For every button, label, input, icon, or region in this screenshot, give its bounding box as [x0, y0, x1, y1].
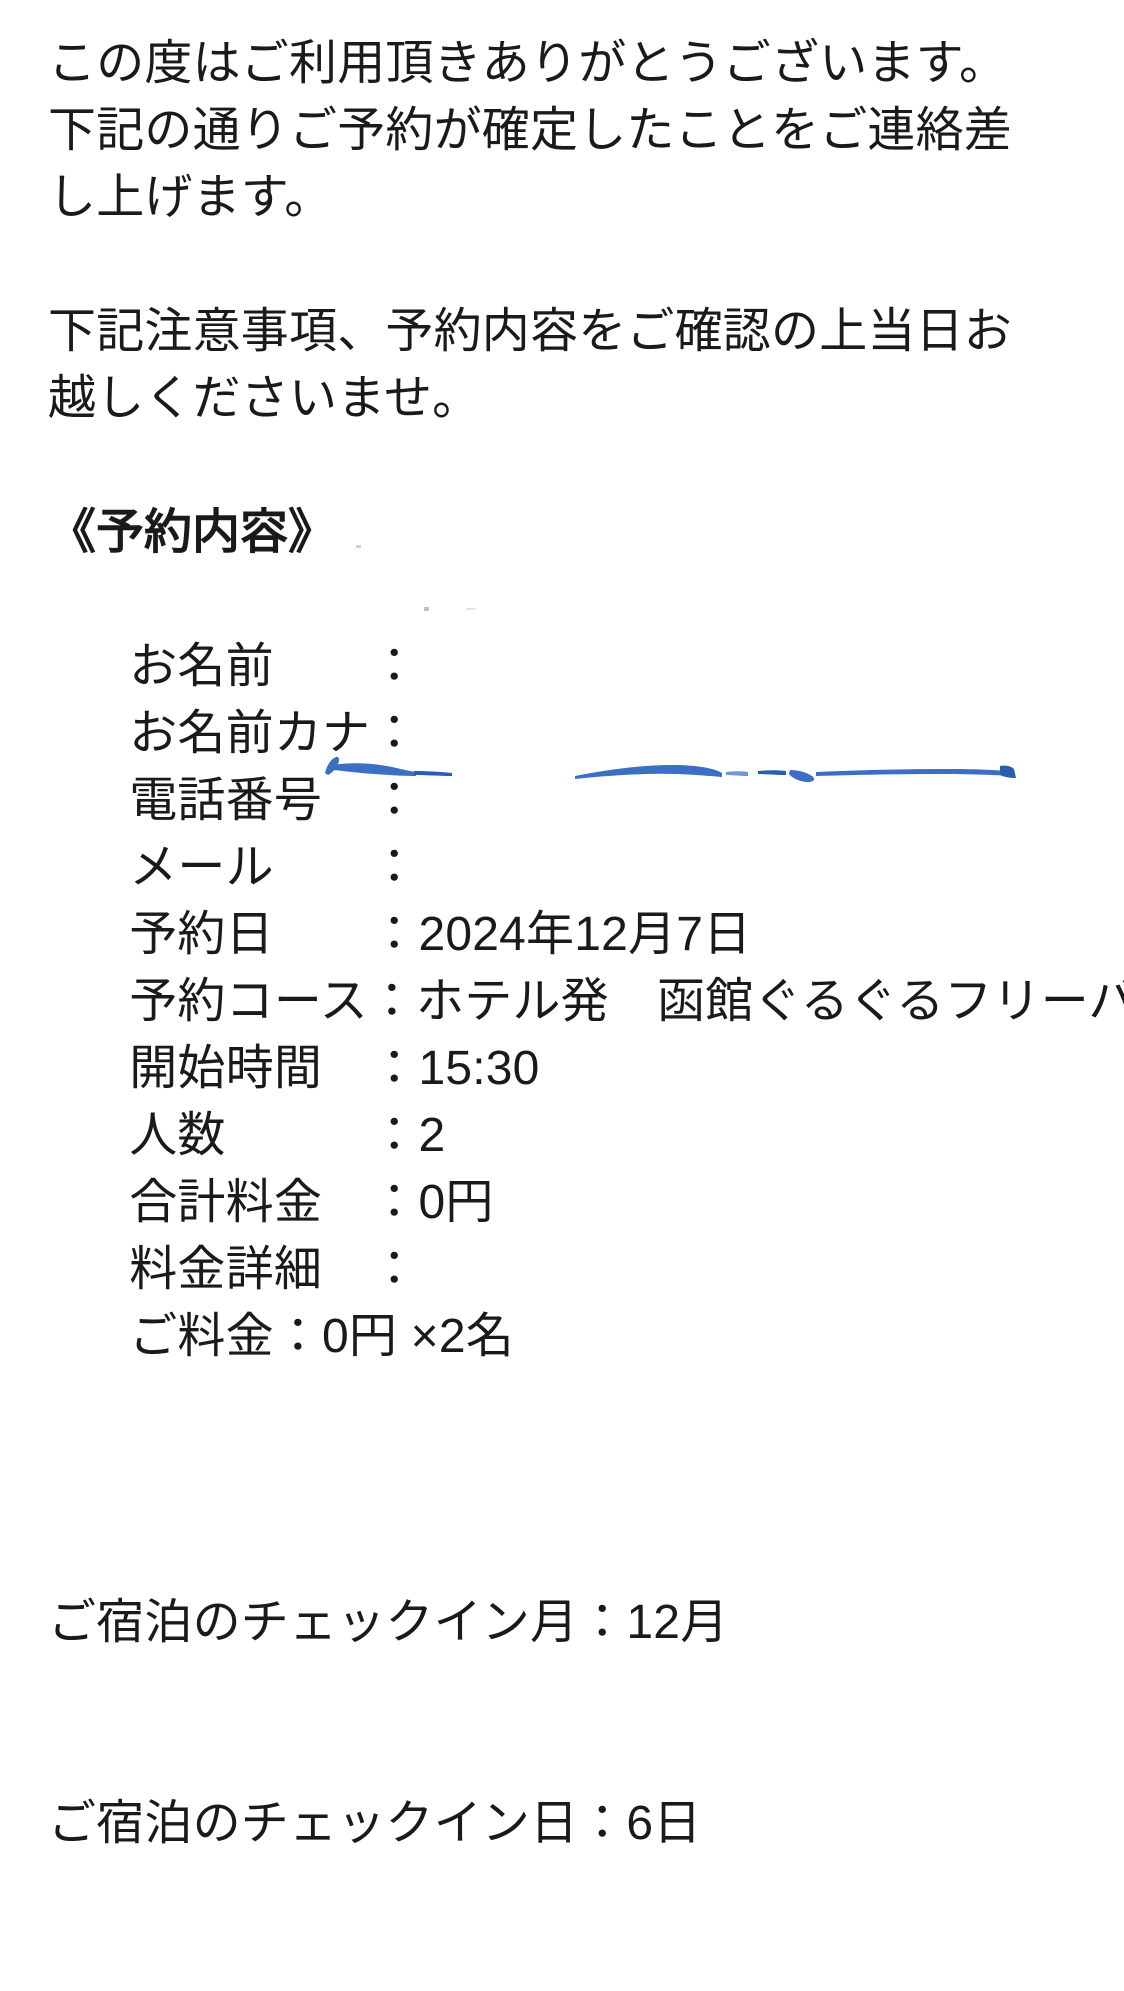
detail-row-fee-breakdown: 料金詳細 ： [48, 1169, 1064, 1296]
scan-artifact-speck-3 [466, 608, 476, 610]
reservation-details-heading: 《予約内容》 [48, 506, 337, 559]
detail-row-email: メール ： [48, 767, 1064, 894]
scan-artifact-speck-2 [424, 607, 429, 611]
paragraph-spacer-2 [48, 432, 1064, 499]
intro-notice-paragraph: 下記注意事項、予約内容をご確認の上当日お越しくださいませ。 [48, 305, 1013, 425]
detail-row-course: 予約コース：ホテル発 函館ぐるぐるフリーバス [48, 901, 1124, 1028]
detail-row-fee-detail-line: ご料金：0円 ×2名 [48, 1236, 1064, 1363]
detail-row-reservation-date: 予約日 ：2024年12月7日 [48, 834, 1064, 961]
paragraph-spacer-1 [48, 231, 1064, 298]
detail-row-name-kana: お名前カナ： [48, 633, 1064, 760]
stay-checkin-day-line: ご宿泊のチェックイン日：6日 [48, 1797, 702, 1850]
stay-checkin-block: ご宿泊のチェックイン月：12月 ご宿泊のチェックイン日：6日 [48, 1455, 1064, 1991]
detail-row-phone: 電話番号 ： [48, 700, 1064, 827]
scan-artifact-speck-1 [356, 545, 361, 548]
reservation-confirmation-document: この度はご利用頂きありがとうございます。 下記の通りご予約が確定したことをご連絡… [0, 0, 1124, 1850]
detail-row-party-size: 人数 ：2 [48, 1035, 1064, 1162]
detail-row-start-time: 開始時間 ：15:30 [48, 968, 1064, 1095]
detail-row-name: お名前 ： [48, 566, 1064, 693]
intro-greeting-paragraph: この度はご利用頂きありがとうございます。 下記の通りご予約が確定したことをご連絡… [48, 37, 1013, 224]
detail-value-fee-detail-line: ご料金：0円 ×2名 [129, 1310, 514, 1363]
reservation-details-list: お名前 ： お名前カナ： 電話番号 ： メール ： 予約日 ：2024年12月7… [48, 566, 1124, 1363]
detail-row-total-fee: 合計料金 ：0円 [48, 1102, 1064, 1229]
stay-checkin-month-line: ご宿泊のチェックイン月：12月 [48, 1596, 729, 1649]
